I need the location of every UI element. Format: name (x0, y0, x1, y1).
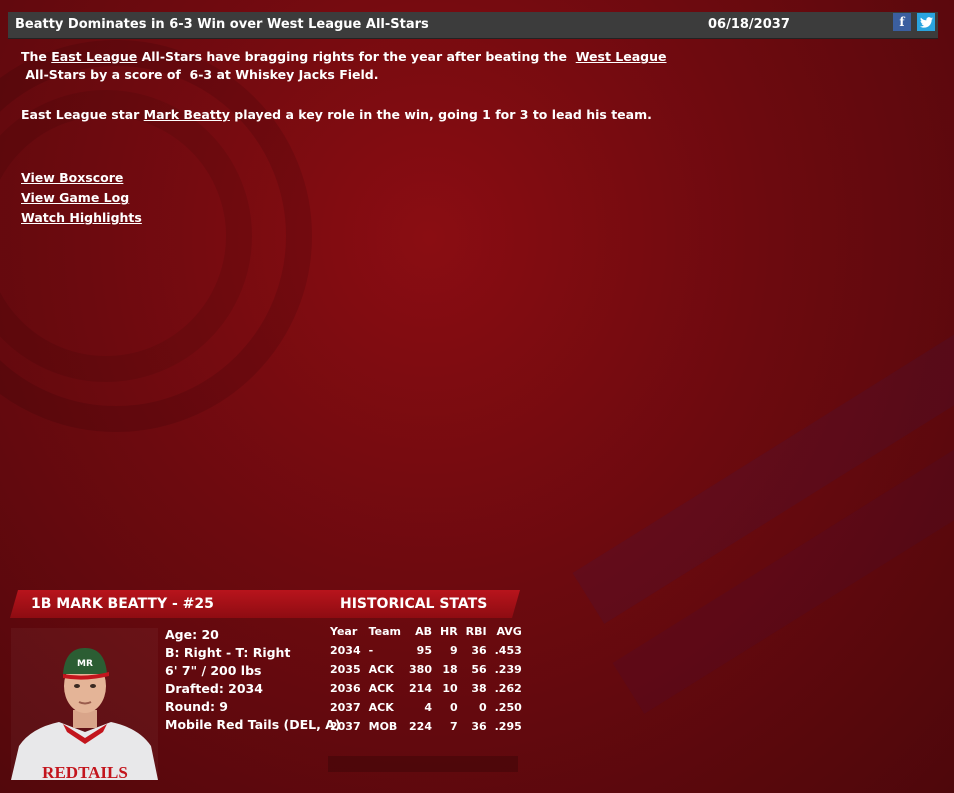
table-row: 2035 ACK 380 18 56 .239 (326, 660, 526, 679)
stat-year: 2034 (330, 644, 361, 657)
table-row: 2037 MOB 224 7 36 .295 (326, 717, 526, 736)
view-boxscore-link[interactable]: View Boxscore (21, 168, 142, 188)
stats-header-team: Team (368, 625, 402, 638)
twitter-bird-icon (919, 16, 933, 28)
stats-header-rbi: RBI (465, 625, 487, 638)
player-drafted: Drafted: 2034 (165, 681, 263, 696)
stat-avg: .295 (494, 720, 522, 733)
paragraph-text: The (21, 49, 52, 64)
west-league-link[interactable]: West League (576, 49, 667, 64)
player-name[interactable]: 1B MARK BEATTY - #25 (31, 596, 214, 612)
stat-rbi: 56 (471, 663, 487, 676)
twitter-share-icon[interactable] (917, 13, 935, 31)
cap-logo: MR (77, 659, 93, 669)
player-height-weight: 6' 7" / 200 lbs (165, 663, 262, 678)
stat-team: MOB (368, 720, 398, 733)
stats-header-hr: HR (439, 625, 458, 638)
stats-header-ab: AB (415, 625, 432, 638)
paragraph-text: played a key role in the win, going 1 fo… (229, 107, 652, 122)
stat-hr: 18 (442, 663, 458, 676)
stat-rbi: 36 (471, 720, 487, 733)
historical-stats-table: Year Team AB HR RBI AVG 2034 - 95 9 36 .… (326, 622, 526, 736)
historical-stats-title: HISTORICAL STATS (340, 596, 488, 612)
stat-hr: 0 (450, 701, 458, 714)
player-banner: 1B MARK BEATTY - #25 HISTORICAL STATS (10, 590, 520, 618)
stat-ab: 4 (424, 701, 432, 714)
stat-rbi: 36 (471, 644, 487, 657)
player-bats-throws: B: Right - T: Right (165, 645, 291, 660)
stat-avg: .250 (494, 701, 522, 714)
stat-team: - (368, 644, 374, 657)
player-bio: Age: 20 B: Right - T: Right 6' 7" / 200 … (165, 626, 341, 734)
watch-highlights-link[interactable]: Watch Highlights (21, 208, 142, 228)
player-team[interactable]: Mobile Red Tails (DEL, A) (165, 716, 341, 734)
stat-rbi: 38 (471, 682, 487, 695)
stat-avg: .453 (494, 644, 522, 657)
stat-team: ACK (368, 682, 394, 695)
article-body: The East League All-Stars have bragging … (21, 48, 931, 124)
stat-year: 2037 (330, 720, 361, 733)
stat-team: ACK (368, 663, 394, 676)
stats-header-row: Year Team AB HR RBI AVG (326, 622, 526, 641)
stat-ab: 224 (409, 720, 432, 733)
stat-rbi: 0 (478, 701, 487, 714)
stat-ab: 95 (416, 644, 432, 657)
article-paragraph-2: East League star Mark Beatty played a ke… (21, 106, 931, 124)
game-links: View Boxscore View Game Log Watch Highli… (21, 168, 142, 228)
stat-avg: .262 (494, 682, 522, 695)
stat-team: ACK (368, 701, 394, 714)
player-photo: REDTAILS MR (11, 648, 158, 782)
table-row: 2036 ACK 214 10 38 .262 (326, 679, 526, 698)
stat-ab: 380 (409, 663, 432, 676)
east-league-link[interactable]: East League (51, 49, 137, 64)
view-game-log-link[interactable]: View Game Log (21, 188, 142, 208)
player-draft-round: Round: 9 (165, 699, 229, 714)
stat-avg: .239 (494, 663, 522, 676)
article-title: Beatty Dominates in 6-3 Win over West Le… (15, 17, 429, 32)
stat-year: 2036 (330, 682, 361, 695)
stat-hr: 10 (442, 682, 458, 695)
jersey-text: REDTAILS (42, 763, 128, 780)
facebook-share-icon[interactable]: f (893, 13, 911, 31)
table-row: 2037 ACK 4 0 0 .250 (326, 698, 526, 717)
paragraph-text: All-Stars by a score of 6-3 at Whiskey J… (21, 67, 379, 82)
paragraph-text: All-Stars have bragging rights for the y… (137, 49, 576, 64)
article-header-bar: Beatty Dominates in 6-3 Win over West Le… (8, 12, 938, 39)
stat-hr: 7 (450, 720, 458, 733)
stats-header-avg: AVG (496, 625, 522, 638)
stats-footer-bar (328, 756, 518, 772)
stat-year: 2037 (330, 701, 361, 714)
stat-hr: 9 (450, 644, 458, 657)
paragraph-text: East League star (21, 107, 144, 122)
player-portrait[interactable]: REDTAILS MR (11, 628, 158, 782)
mark-beatty-link[interactable]: Mark Beatty (144, 107, 230, 122)
stats-header-year: Year (330, 625, 358, 638)
player-age: Age: 20 (165, 627, 219, 642)
table-row: 2034 - 95 9 36 .453 (326, 641, 526, 660)
article-date: 06/18/2037 (708, 17, 790, 32)
stat-ab: 214 (409, 682, 432, 695)
article-paragraph-1: The East League All-Stars have bragging … (21, 48, 931, 84)
stat-year: 2035 (330, 663, 361, 676)
